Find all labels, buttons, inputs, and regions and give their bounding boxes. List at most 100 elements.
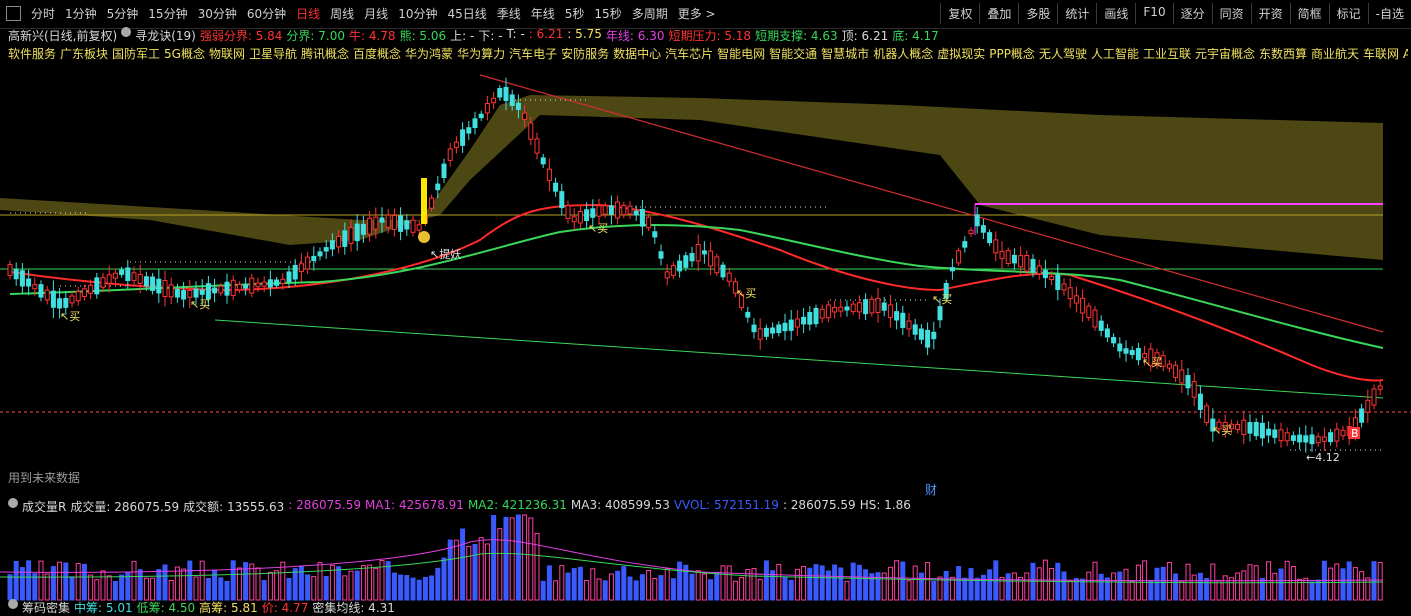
volume-bar [447, 539, 453, 601]
period-tab[interactable]: 45日线 [445, 5, 488, 22]
concept-tag[interactable]: 物联网 [209, 47, 245, 61]
volume-bar [236, 567, 242, 601]
concept-tag[interactable]: 人工智能 [1091, 47, 1139, 61]
indicator-name[interactable]: 寻龙诀(19) [135, 27, 196, 43]
volume-bar [1129, 580, 1135, 601]
candle-body [453, 141, 459, 149]
concept-tag[interactable]: AI智能 [1403, 47, 1408, 61]
candle-body [466, 127, 472, 134]
financial-report-badge[interactable]: 财 [925, 481, 937, 498]
indicator-settings-icon[interactable] [121, 27, 132, 37]
period-tab[interactable]: 季线 [495, 5, 523, 22]
concept-tag[interactable]: 虚拟现实 [937, 47, 985, 61]
concept-tag[interactable]: 无人驾驶 [1039, 47, 1087, 61]
volume-bar [1160, 566, 1166, 601]
concept-tag[interactable]: 汽车芯片 [665, 47, 713, 61]
period-tab[interactable]: 5分钟 [105, 5, 141, 22]
candle-body [559, 191, 565, 209]
toolbar-button[interactable]: 逐分 [1172, 3, 1212, 24]
concept-tag[interactable]: 软件服务 [8, 47, 56, 61]
period-tab[interactable]: 15秒 [592, 5, 623, 22]
concept-tag[interactable]: 百度概念 [353, 47, 401, 61]
period-tab[interactable]: 多周期 [630, 5, 670, 22]
concept-tag[interactable]: 东数西算 [1259, 47, 1307, 61]
volume-chart[interactable] [0, 512, 1411, 602]
candle-body [441, 163, 447, 178]
concept-tag[interactable]: 智能电网 [717, 47, 765, 61]
concept-tag[interactable]: 5G概念 [164, 47, 205, 61]
volume-bar [602, 580, 608, 601]
volume-settings-icon[interactable] [8, 498, 18, 508]
toolbar-button[interactable]: 开资 [1250, 3, 1290, 24]
toolbar-button[interactable]: 标记 [1328, 3, 1368, 24]
volume-bar [534, 532, 540, 601]
period-tab[interactable]: 10分钟 [396, 5, 439, 22]
period-tab[interactable]: 日线 [294, 5, 322, 22]
period-tab[interactable]: 30分钟 [196, 5, 239, 22]
toolbar-button[interactable]: 多股 [1018, 3, 1057, 24]
chip-indicator-name[interactable]: 筹码密集 [22, 599, 70, 616]
concept-tag[interactable]: 卫星导航 [249, 47, 297, 61]
volume-bar [553, 580, 559, 601]
kline-chart[interactable]: ↖提妖 ↖买 ↖买 ↖买 ↖买 ↖买 ↖买 ↖买 ←4.12 B [0, 60, 1411, 500]
concept-tag[interactable]: 华为鸿蒙 [405, 47, 453, 61]
concept-tag[interactable]: 机器人概念 [873, 47, 933, 61]
candle-body [348, 227, 354, 244]
concept-tag[interactable]: 元宇宙概念 [1195, 47, 1255, 61]
low-price-label: ←4.12 [1306, 451, 1340, 464]
concept-tag[interactable]: 华为算力 [457, 47, 505, 61]
concept-tag[interactable]: 智能交通 [769, 47, 817, 61]
concept-tag[interactable]: 汽车电子 [509, 47, 557, 61]
concept-tag[interactable]: 车联网 [1363, 47, 1399, 61]
candle-body [398, 215, 404, 232]
toolbar-button[interactable]: 简框 [1289, 3, 1329, 24]
concept-tag[interactable]: 商业航天 [1311, 47, 1359, 61]
toolbar-button[interactable]: 统计 [1057, 3, 1096, 24]
candle-body [88, 284, 94, 294]
concept-tag[interactable]: 数据中心 [613, 47, 661, 61]
toolbar-button[interactable]: -自选 [1367, 3, 1411, 24]
layout-toggle-icon[interactable] [6, 6, 21, 21]
toolbar-button[interactable]: 同资 [1211, 3, 1251, 24]
toolbar-button[interactable]: F10 [1135, 3, 1172, 24]
candle-body [416, 224, 422, 231]
period-tab[interactable]: 分时 [29, 5, 57, 22]
period-tab[interactable]: 周线 [328, 5, 356, 22]
volume-bar [974, 577, 980, 601]
candle-body [1204, 405, 1210, 424]
concept-tag[interactable]: 国防军工 [112, 47, 160, 61]
toolbar-button[interactable]: 叠加 [979, 3, 1018, 24]
toolbar-button[interactable]: 画线 [1096, 3, 1135, 24]
candle-body [881, 302, 887, 311]
period-tab[interactable]: 更多 > [676, 5, 718, 22]
candle-body [875, 297, 881, 313]
candle-body [770, 327, 776, 334]
candle-body [683, 255, 689, 268]
candle-body [1092, 309, 1098, 328]
period-tab[interactable]: 月线 [362, 5, 390, 22]
concept-tag[interactable]: 智慧城市 [821, 47, 869, 61]
candle-body [218, 285, 224, 294]
concept-tag[interactable]: 工业互联 [1143, 47, 1191, 61]
candle-body [968, 229, 974, 235]
indicator-value: T: - [506, 27, 525, 41]
concept-tag[interactable]: 广东板块 [60, 47, 108, 61]
stock-title[interactable]: 高新兴(日线,前复权) [8, 27, 117, 43]
chip-settings-icon[interactable] [8, 599, 18, 609]
indicator-values: 强弱分界: 5.84 分界: 7.00 牛: 4.78 熊: 5.06 上: - 下: -… [200, 27, 939, 43]
candle-body [360, 223, 366, 235]
candle-body [1179, 369, 1185, 384]
period-tab[interactable]: 15分钟 [146, 5, 189, 22]
candle-body [633, 210, 639, 216]
volume-bar [664, 568, 670, 601]
period-tab[interactable]: 年线 [529, 5, 557, 22]
volume-bar [305, 574, 311, 601]
period-tab[interactable]: 60分钟 [245, 5, 288, 22]
concept-tag[interactable]: 腾讯概念 [301, 47, 349, 61]
volume-bar [286, 577, 292, 601]
toolbar-button[interactable]: 复权 [940, 3, 979, 24]
period-tab[interactable]: 5秒 [563, 5, 587, 22]
period-tab[interactable]: 1分钟 [63, 5, 99, 22]
concept-tag[interactable]: 安防服务 [561, 47, 609, 61]
concept-tag[interactable]: PPP概念 [989, 47, 1035, 61]
